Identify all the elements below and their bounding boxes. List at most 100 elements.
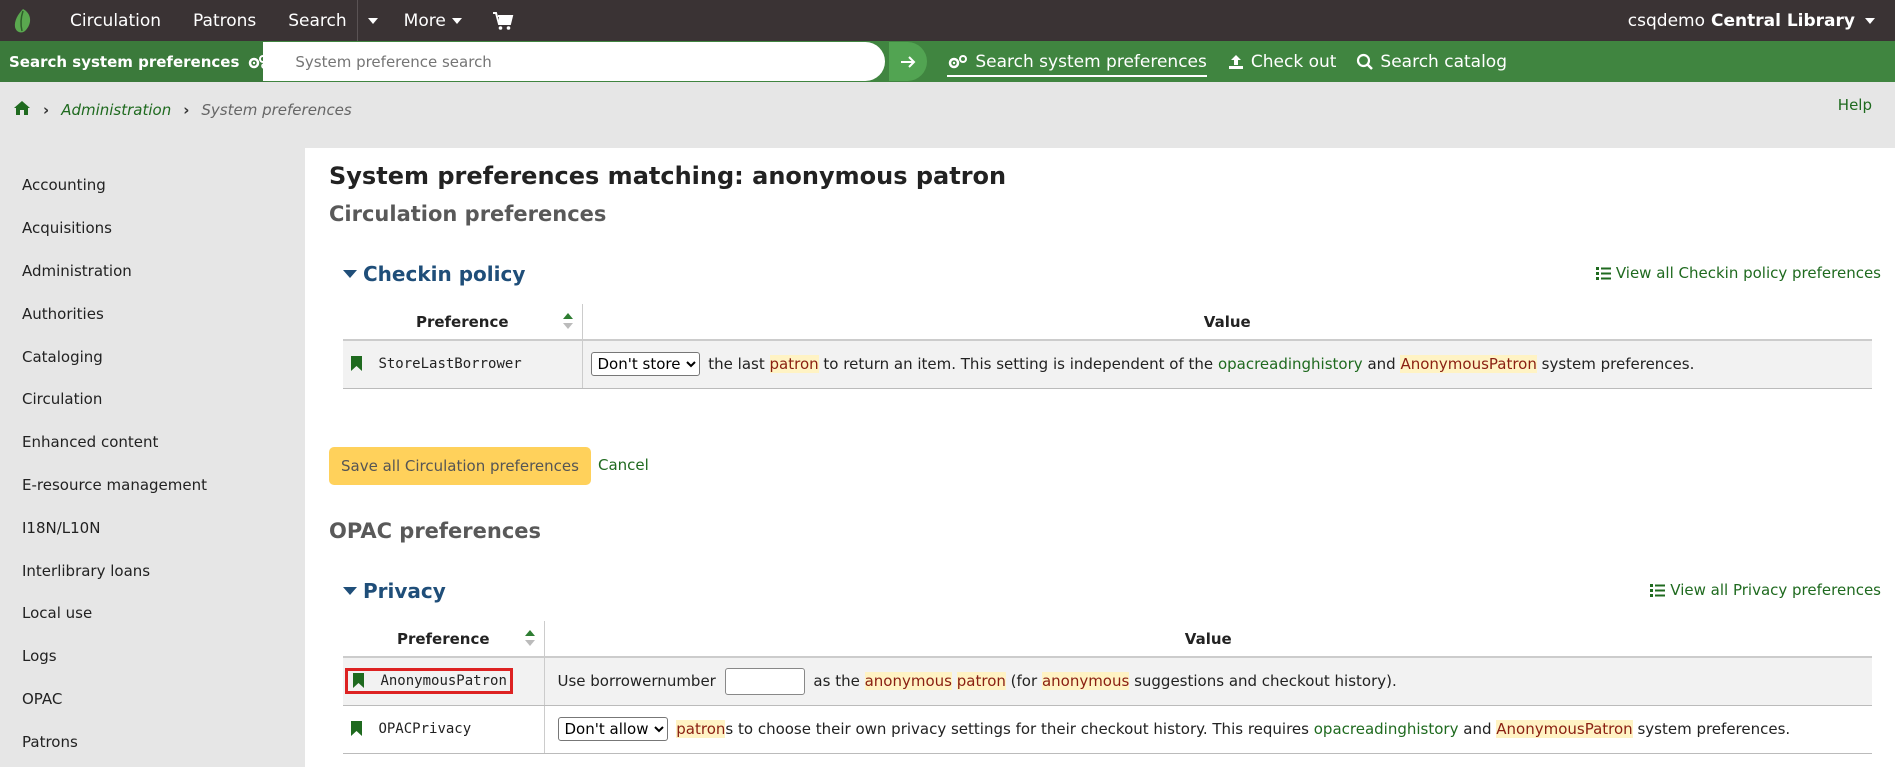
pref-name-cell: AnonymousPatron [343, 657, 545, 706]
privacy-heading: Privacy [363, 579, 446, 603]
tool-search-sysprefs[interactable]: Search system preferences [947, 49, 1207, 77]
search-input[interactable] [263, 42, 886, 81]
pref-desc-text: as the [813, 671, 860, 690]
section-title-circulation: Circulation preferences [329, 202, 607, 226]
view-all-privacy-label: View all Privacy preferences [1670, 581, 1881, 599]
column-header-preference[interactable]: Preference [343, 304, 583, 341]
checkin-policy-panel: Checkin policy View all Checkin policy p… [329, 238, 1895, 389]
tool-search-catalog[interactable]: Search catalog [1356, 41, 1507, 82]
pref-name-cell: StoreLastBorrower [343, 340, 583, 389]
pref-link-anonymouspatron[interactable]: AnonymousPatron [1496, 720, 1633, 738]
nav-search-label: Search [288, 10, 347, 31]
sidebar-item-patrons[interactable]: Patrons [0, 720, 305, 763]
sidebar-item-administration[interactable]: Administration [0, 250, 305, 293]
sidebar-item-eresource-management[interactable]: E-resource management [0, 464, 305, 507]
pref-desc-text: Use borrowernumber [557, 671, 716, 690]
nav-search[interactable]: Search [272, 0, 356, 41]
nav-more[interactable]: More [388, 0, 478, 41]
nav-patrons[interactable]: Patrons [177, 0, 272, 41]
column-header-value: Value [582, 304, 1872, 341]
checkin-policy-table: Preference Value StoreLastBorrower Don't… [343, 304, 1872, 389]
bookmark-icon[interactable] [353, 673, 364, 689]
bookmark-icon[interactable] [351, 721, 362, 736]
bookmark-icon[interactable] [351, 356, 362, 372]
privacy-table: Preference Value AnonymousPatron Use bor… [343, 621, 1872, 754]
pref-value-cell: Use borrowernumber as the anonymous patr… [544, 657, 1872, 706]
pref-value-cell: Don't allow patrons to choose their own … [544, 705, 1872, 754]
save-circulation-preferences-button[interactable]: Save all Circulation preferences [329, 447, 591, 485]
search-icon [1357, 53, 1374, 70]
koha-logo-icon[interactable] [8, 6, 38, 36]
checkin-policy-heading: Checkin policy [363, 262, 526, 286]
library-name: Central Library [1711, 10, 1855, 31]
pref-name-anonymouspatron: AnonymousPatron [380, 673, 507, 690]
privacy-panel: Privacy View all Privacy preferences Pre… [329, 555, 1895, 767]
user-name: csqdemo [1627, 10, 1705, 31]
nav-search-dropdown-toggle[interactable] [356, 0, 388, 41]
search-type-button[interactable]: Search system preferences [0, 41, 284, 82]
breadcrumb: › Administration › System preferences [0, 82, 1895, 148]
search-highlight: patron [956, 671, 1006, 690]
sidebar-item-opac[interactable]: OPAC [0, 678, 305, 721]
main-content: System preferences matching: anonymous p… [305, 148, 1895, 767]
cancel-link[interactable]: Cancel [598, 456, 649, 474]
nav-patrons-label: Patrons [193, 10, 257, 31]
sort-icon [562, 313, 573, 329]
view-all-checkin-policy-link[interactable]: View all Checkin policy preferences [1595, 264, 1881, 282]
anonymouspatron-input[interactable] [724, 667, 805, 695]
sidebar-item-local-use[interactable]: Local use [0, 592, 305, 635]
search-highlight: patron [676, 720, 726, 738]
pref-link-opacreadinghistory[interactable]: opacreadinghistory [1314, 720, 1459, 738]
pref-name-storelastborrower: StoreLastBorrower [378, 356, 522, 373]
breadcrumb-administration[interactable]: Administration [61, 101, 171, 119]
view-all-checkin-policy-label: View all Checkin policy preferences [1615, 264, 1881, 282]
table-header-row: Preference Value [343, 621, 1872, 658]
tool-check-out[interactable]: Check out [1227, 41, 1336, 82]
column-header-preference-label: Preference [396, 629, 490, 648]
search-submit-button[interactable] [889, 42, 928, 81]
pref-name-opacprivacy: OPACPrivacy [378, 721, 472, 737]
chevron-down-icon [451, 17, 462, 24]
view-all-privacy-link[interactable]: View all Privacy preferences [1650, 581, 1881, 599]
nav-more-label: More [403, 10, 446, 31]
nav-circulation[interactable]: Circulation [54, 0, 177, 41]
storelastborrower-select[interactable]: Don't store [590, 352, 700, 377]
cart-icon[interactable] [478, 0, 528, 41]
home-icon[interactable] [13, 100, 31, 120]
top-navbar: Circulation Patrons Search More csqdemo … [0, 0, 1895, 41]
table-header-row: Preference Value [343, 304, 1872, 341]
sidebar-item-i18n[interactable]: I18N/L10N [0, 506, 305, 549]
pref-name-cell: OPACPrivacy [343, 705, 545, 754]
pref-link-anonymouspatron[interactable]: AnonymousPatron [1400, 355, 1537, 374]
sidebar-item-interlibrary-loans[interactable]: Interlibrary loans [0, 549, 305, 592]
pref-desc-text: and [1367, 355, 1396, 374]
column-header-value: Value [544, 621, 1872, 658]
upload-icon [1228, 54, 1243, 69]
sidebar-item-acquisitions[interactable]: Acquisitions [0, 207, 305, 250]
checkin-policy-toggle[interactable]: Checkin policy [343, 262, 525, 286]
table-row: OPACPrivacy Don't allow patrons to choos… [343, 705, 1872, 754]
column-header-preference[interactable]: Preference [343, 621, 545, 658]
sidebar-item-enhanced-content[interactable]: Enhanced content [0, 421, 305, 464]
sidebar-item-cataloging[interactable]: Cataloging [0, 335, 305, 378]
opacprivacy-select[interactable]: Don't allow [557, 717, 668, 741]
pref-desc-text: the last [708, 355, 765, 374]
sidebar-item-accounting[interactable]: Accounting [0, 164, 305, 207]
user-menu[interactable]: csqdemo Central Library [1628, 0, 1875, 41]
pref-desc-text: system preferences. [1541, 355, 1695, 374]
pref-desc-text: system preferences. [1637, 720, 1791, 738]
table-row: StoreLastBorrower Don't store the last p… [343, 340, 1872, 389]
pref-desc-text: (for [1010, 671, 1038, 690]
breadcrumb-separator: › [43, 101, 50, 119]
gears-icon [949, 55, 968, 69]
pref-link-opacreadinghistory[interactable]: opacreadinghistory [1218, 355, 1363, 373]
table-row: AnonymousPatron Use borrowernumber as th… [343, 657, 1872, 706]
sidebar-item-logs[interactable]: Logs [0, 635, 305, 678]
sidebar-item-authorities[interactable]: Authorities [0, 292, 305, 335]
help-link[interactable]: Help [1838, 96, 1872, 114]
nav-circulation-label: Circulation [70, 10, 162, 31]
list-icon [1595, 266, 1611, 280]
sidebar-item-circulation[interactable]: Circulation [0, 378, 305, 421]
privacy-toggle[interactable]: Privacy [343, 579, 446, 603]
sidebar: Accounting Acquisitions Administration A… [0, 148, 305, 767]
